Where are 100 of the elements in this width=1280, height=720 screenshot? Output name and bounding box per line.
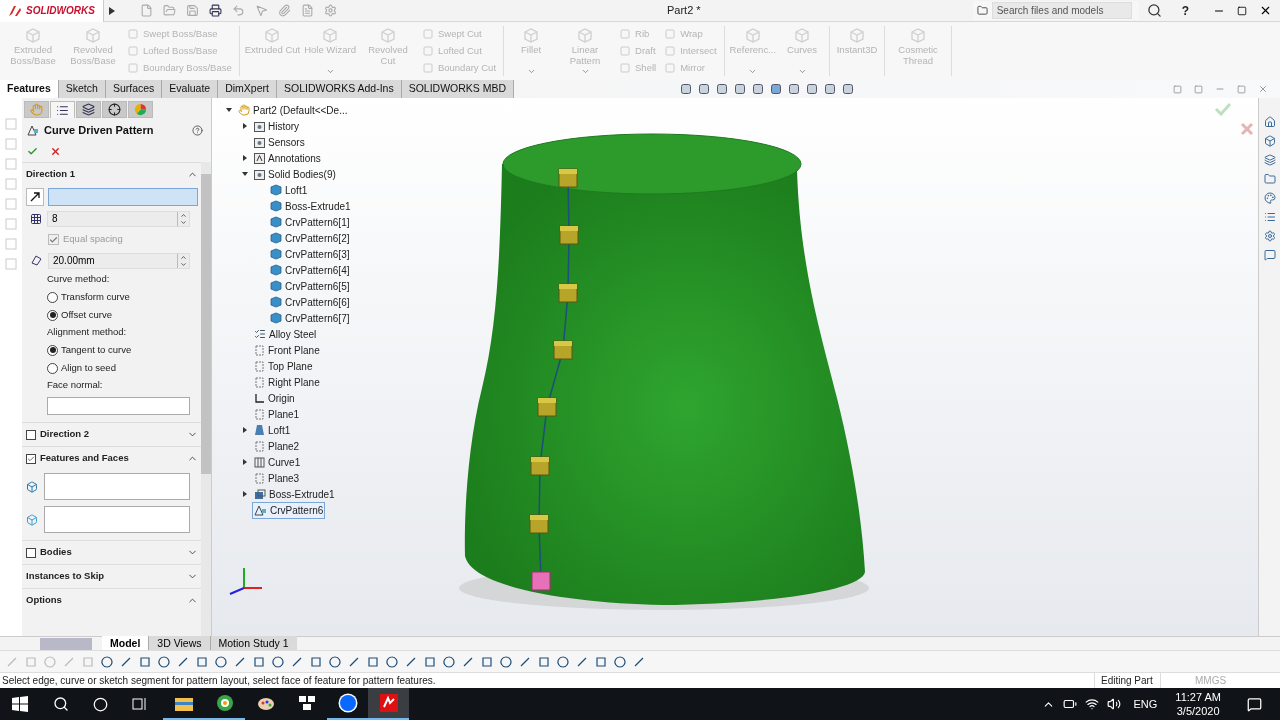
radio-button[interactable] <box>47 362 58 374</box>
panel-tab[interactable] <box>76 101 101 118</box>
tree-item[interactable]: Plane1 <box>252 405 302 423</box>
tree-item[interactable]: CrvPattern6[3] <box>268 245 352 263</box>
collapsed-arrow-icon[interactable] <box>242 123 248 129</box>
tree-item[interactable]: CrvPattern6[6] <box>268 293 352 311</box>
tree-item[interactable]: History <box>252 117 302 135</box>
decrement-icon[interactable] <box>180 218 187 226</box>
ok-icon[interactable] <box>27 145 38 157</box>
bottom-tab[interactable]: Model <box>102 636 149 650</box>
section-checkbox[interactable] <box>26 453 36 464</box>
cancel-icon[interactable] <box>50 145 61 157</box>
task-pane-icon[interactable] <box>1263 230 1276 242</box>
sketch-tool-icon[interactable] <box>177 655 189 668</box>
close-icon[interactable] <box>1259 4 1272 17</box>
command-tab[interactable]: DimXpert <box>218 80 277 98</box>
sketch-tool-icon[interactable] <box>462 655 474 668</box>
sketch-tool-icon[interactable] <box>405 655 417 668</box>
sketch-tool-icon[interactable] <box>139 655 151 668</box>
tree-item[interactable]: Alloy Steel <box>252 325 319 343</box>
section-header[interactable]: Instances to Skip <box>26 569 105 584</box>
tree-item[interactable]: Part2 (Default<<De... <box>236 101 350 119</box>
selection-field[interactable] <box>48 188 198 206</box>
tree-item[interactable]: Top Plane <box>252 357 315 375</box>
tree-item[interactable]: Loft1 <box>252 421 293 439</box>
windows-start-icon[interactable] <box>12 696 28 712</box>
sketch-tool-icon[interactable] <box>633 655 645 668</box>
section-header[interactable]: Direction 2 <box>40 427 90 442</box>
sketch-tool-icon[interactable] <box>310 655 322 668</box>
volume-icon[interactable] <box>1107 697 1122 711</box>
tree-item[interactable]: Boss-Extrude1 <box>252 485 337 503</box>
tree-item[interactable]: Solid Bodies(9) <box>252 165 338 183</box>
task-pane-icon[interactable] <box>1263 211 1276 223</box>
scrollbar[interactable] <box>201 162 211 636</box>
spin-field[interactable]: 8 <box>47 210 190 227</box>
sketch-tool-icon[interactable] <box>386 655 398 668</box>
task-pane-icon[interactable] <box>1263 116 1276 128</box>
confirm-check-icon[interactable] <box>1214 102 1232 116</box>
command-tab[interactable]: SOLIDWORKS Add-Ins <box>276 80 402 98</box>
tree-item[interactable]: Right Plane <box>252 373 322 391</box>
search-icon[interactable] <box>53 696 69 712</box>
sketch-tool-icon[interactable] <box>272 655 284 668</box>
sketch-tool-icon[interactable] <box>215 655 227 668</box>
sketch-tool-icon[interactable] <box>291 655 303 668</box>
tree-item[interactable]: CrvPattern6[4] <box>268 261 352 279</box>
tree-item[interactable]: Annotations <box>252 149 323 167</box>
sketch-tool-icon[interactable] <box>253 655 265 668</box>
panel-tab[interactable] <box>102 101 127 118</box>
wifi-icon[interactable] <box>1085 697 1100 711</box>
expanded-arrow-icon[interactable] <box>242 171 248 177</box>
section-checkbox[interactable] <box>26 429 36 440</box>
section-checkbox[interactable] <box>26 547 36 558</box>
expanded-arrow-icon[interactable] <box>226 107 232 113</box>
section-header[interactable]: Options <box>26 593 62 608</box>
sketch-tool-icon[interactable] <box>557 655 569 668</box>
command-tab[interactable]: Sketch <box>58 80 106 98</box>
sketch-tool-icon[interactable] <box>329 655 341 668</box>
sketch-tool-icon[interactable] <box>443 655 455 668</box>
increment-icon[interactable] <box>180 253 187 261</box>
task-pane-icon[interactable] <box>1263 192 1276 204</box>
sketch-tool-icon[interactable] <box>538 655 550 668</box>
tree-item[interactable]: CrvPattern6 <box>252 501 326 519</box>
tree-item[interactable]: CrvPattern6[1] <box>268 213 352 231</box>
tree-item[interactable]: Curve1 <box>252 453 303 471</box>
restore-icon[interactable] <box>1237 5 1247 16</box>
search-field[interactable]: Search files and models <box>991 2 1132 19</box>
task-view-icon[interactable] <box>132 696 148 712</box>
increment-icon[interactable] <box>180 211 187 219</box>
tree-item[interactable]: Origin <box>252 389 297 407</box>
notifications-icon[interactable] <box>1247 696 1262 712</box>
task-pane-icon[interactable] <box>1263 154 1276 166</box>
tree-item[interactable]: CrvPattern6[7] <box>268 309 352 327</box>
taskbar-app-button[interactable] <box>368 688 409 720</box>
tree-item[interactable]: CrvPattern6[5] <box>268 277 352 295</box>
tree-item[interactable]: Loft1 <box>268 181 310 199</box>
sketch-tool-icon[interactable] <box>519 655 531 668</box>
sketch-tool-icon[interactable] <box>595 655 607 668</box>
sketch-tool-icon[interactable] <box>234 655 246 668</box>
task-pane-icon[interactable] <box>1263 249 1276 261</box>
bottom-tab[interactable]: 3D Views <box>148 636 210 650</box>
sketch-tool-icon[interactable] <box>481 655 493 668</box>
command-tab[interactable]: SOLIDWORKS MBD <box>401 80 515 98</box>
search-icon[interactable] <box>1146 3 1162 18</box>
expand-arrow-icon[interactable] <box>108 5 116 16</box>
radio-button[interactable] <box>47 344 58 356</box>
tree-item[interactable]: Boss-Extrude1 <box>268 197 353 215</box>
print-icon[interactable] <box>209 4 222 17</box>
spin-field[interactable]: 20.00mm <box>48 252 190 269</box>
sketch-tool-icon[interactable] <box>614 655 626 668</box>
sketch-tool-icon[interactable] <box>196 655 208 668</box>
tree-item[interactable]: Sensors <box>252 133 307 151</box>
sketch-tool-icon[interactable] <box>158 655 170 668</box>
command-tab[interactable]: Evaluate <box>162 80 219 98</box>
battery-icon[interactable] <box>1063 697 1078 711</box>
radio-button[interactable] <box>47 291 58 303</box>
sketch-tool-icon[interactable] <box>576 655 588 668</box>
help-icon[interactable] <box>192 124 203 136</box>
section-header[interactable]: Bodies <box>40 545 72 560</box>
help-button[interactable]: ? <box>1181 1 1189 20</box>
command-tab[interactable]: Surfaces <box>105 80 163 98</box>
